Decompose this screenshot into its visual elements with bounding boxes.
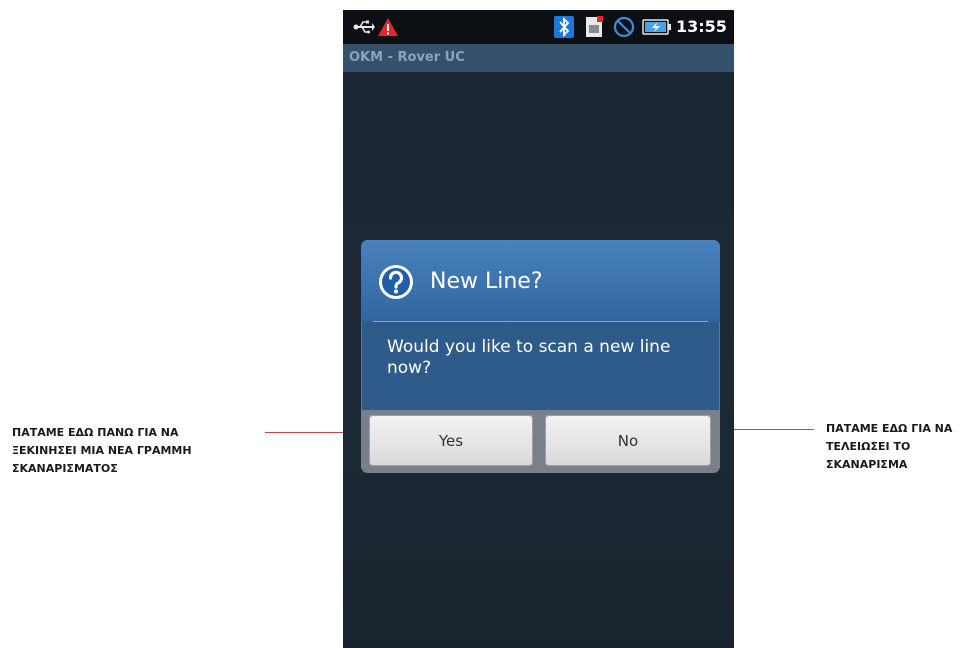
yes-button[interactable]: Yes — [369, 415, 533, 466]
warning-icon — [377, 10, 399, 44]
usb-icon — [353, 10, 375, 44]
dialog-header: New Line? — [361, 240, 720, 322]
annotation-left: ΠΑΤΑΜΕ ΕΔΩ ΠΑΝΩ ΓΙΑ ΝΑ ΞΕΚΙΝΗΣΕΙ ΜΙΑ ΝΕΑ… — [12, 424, 242, 478]
status-bar: 13:55 — [343, 10, 734, 44]
annotation-right: ΠΑΤΑΜΕ ΕΔΩ ΓΙΑ ΝΑ ΤΕΛΕΙΩΣΕΙ ΤΟ ΣΚΑΝΑΡΙΣΜ… — [826, 420, 978, 474]
battery-icon — [642, 10, 672, 44]
annotation-right-line-2: ΤΕΛΕΙΩΣΕΙ ΤΟ — [826, 440, 911, 453]
phone-screen: 13:55 OKM - Rover UC New Line? Would you… — [343, 10, 734, 648]
sim-card-icon — [585, 10, 603, 44]
annotation-left-line-3: ΣΚΑΝΑΡΙΣΜΑΤΟΣ — [12, 462, 118, 475]
annotation-left-line-1: ΠΑΤΑΜΕ ΕΔΩ ΠΑΝΩ ΓΙΑ ΝΑ — [12, 426, 179, 439]
new-line-dialog: New Line? Would you like to scan a new l… — [361, 240, 720, 473]
no-button[interactable]: No — [545, 415, 711, 466]
app-title: OKM - Rover UC — [349, 50, 465, 65]
status-clock: 13:55 — [676, 17, 727, 36]
annotation-right-line-1: ΠΑΤΑΜΕ ΕΔΩ ΓΙΑ ΝΑ — [826, 422, 953, 435]
dialog-title: New Line? — [430, 269, 543, 294]
dialog-divider — [373, 321, 708, 322]
question-icon — [377, 263, 415, 301]
annotation-left-line-2: ΞΕΚΙΝΗΣΕΙ ΜΙΑ ΝΕΑ ΓΡΑΜΜΗ — [12, 444, 192, 457]
dialog-message: Would you like to scan a new line now? — [387, 337, 671, 378]
annotation-right-line-3: ΣΚΑΝΑΡΙΣΜΑ — [826, 458, 908, 471]
no-entry-icon — [613, 10, 635, 44]
app-title-bar: OKM - Rover UC — [343, 44, 734, 72]
bluetooth-icon — [554, 10, 574, 44]
